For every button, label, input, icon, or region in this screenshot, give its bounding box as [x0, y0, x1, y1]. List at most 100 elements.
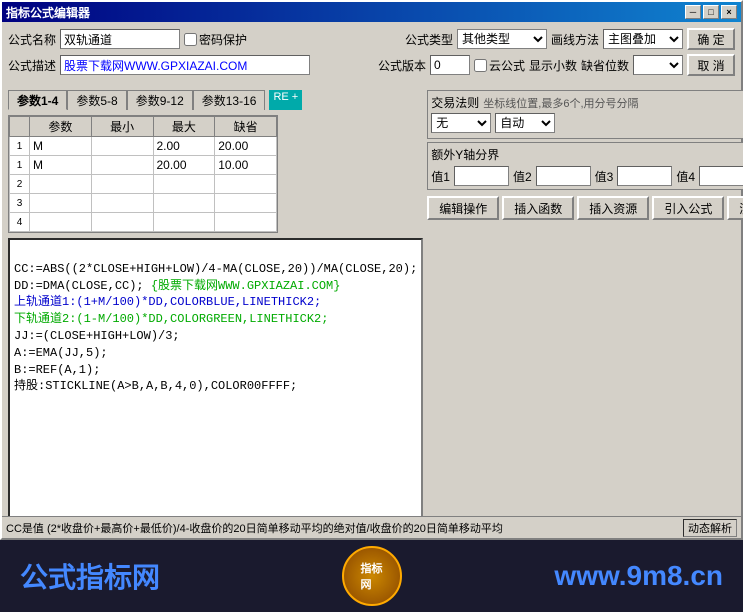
- main-content: 参数1-4 参数5-8 参数9-12 参数13-16 RE + 参数: [2, 86, 741, 535]
- table-row: 4: [10, 213, 277, 232]
- table-row: 2: [10, 175, 277, 194]
- p1b-min[interactable]: [93, 157, 152, 173]
- table-row: 3: [10, 194, 277, 213]
- axis-section: 额外Y轴分界 值1 值2 值3 值4: [427, 142, 743, 190]
- p1-max[interactable]: [155, 138, 214, 154]
- draw-method-select[interactable]: 主图叠加: [603, 29, 683, 49]
- title-bar-buttons: ─ □ ×: [685, 5, 737, 19]
- p2-min[interactable]: [93, 176, 152, 192]
- minimize-button[interactable]: ─: [685, 5, 701, 19]
- formula-name-input[interactable]: [60, 29, 180, 49]
- axis-val1-input[interactable]: [454, 166, 509, 186]
- trade-select[interactable]: 无: [431, 113, 491, 133]
- axis-val2-input[interactable]: [536, 166, 591, 186]
- trade-label: 交易法则: [431, 94, 479, 111]
- p4-default[interactable]: [216, 214, 275, 230]
- val4-label: 值4: [676, 168, 695, 185]
- password-checkbox[interactable]: [184, 33, 197, 46]
- password-label: 密码保护: [199, 31, 247, 48]
- title-bar: 指标公式编辑器 ─ □ ×: [2, 2, 741, 22]
- test-formula-button[interactable]: 测试公式: [727, 196, 743, 220]
- p3-default[interactable]: [216, 195, 275, 211]
- p1b-name[interactable]: [31, 157, 90, 173]
- p4-name[interactable]: [31, 214, 90, 230]
- password-checkbox-label[interactable]: 密码保护: [184, 31, 247, 48]
- formula-desc-input[interactable]: [60, 55, 310, 75]
- right-top: 交易法则 坐标线位置,最多6个,用分号分隔 无 自动: [427, 90, 743, 190]
- watermark-circle: 指标网: [342, 546, 402, 606]
- p4-max[interactable]: [155, 214, 214, 230]
- p1-default[interactable]: [216, 138, 275, 154]
- watermark-center: 指标网: [342, 546, 402, 606]
- confirm-button[interactable]: 确 定: [687, 28, 735, 50]
- p1-min[interactable]: [93, 138, 152, 154]
- trade-section: 交易法则 坐标线位置,最多6个,用分号分隔 无 自动: [427, 90, 743, 139]
- axis-label-row: 额外Y轴分界: [431, 146, 743, 163]
- p3-name[interactable]: [31, 195, 90, 211]
- params-tabs: 参数1-4 参数5-8 参数9-12 参数13-16 RE +: [8, 90, 423, 110]
- version-label: 公式版本: [378, 57, 426, 74]
- main-window: 指标公式编辑器 ─ □ × 公式名称 密码保护 公式类型 其他类型 画线方法 主…: [0, 0, 743, 540]
- watermark-bar: 公式指标网 指标网 www.9m8.cn: [0, 540, 743, 612]
- table-row: 1: [10, 137, 277, 156]
- re-plus-badge: RE +: [269, 90, 302, 110]
- p1b-default[interactable]: [216, 157, 275, 173]
- watermark-circle-text: 指标网: [361, 560, 383, 592]
- p2-default[interactable]: [216, 176, 275, 192]
- p3-min[interactable]: [93, 195, 152, 211]
- p1b-max[interactable]: [155, 157, 214, 173]
- window-title: 指标公式编辑器: [6, 4, 90, 21]
- val3-label: 值3: [595, 168, 614, 185]
- form-row-2: 公式描述 公式版本 云公式 显示小数 缺省位数 取 消: [8, 54, 735, 76]
- tab-params-1-4[interactable]: 参数1-4: [8, 90, 67, 110]
- tab-params-5-8[interactable]: 参数5-8: [67, 90, 126, 110]
- axis-val4-input[interactable]: [699, 166, 743, 186]
- decimal-select[interactable]: [633, 55, 683, 75]
- name-label: 公式名称: [8, 31, 56, 48]
- tab-params-13-16[interactable]: 参数13-16: [193, 90, 266, 110]
- status-right: 动态解析: [683, 519, 737, 537]
- tab-params-9-12[interactable]: 参数9-12: [127, 90, 193, 110]
- val2-label: 值2: [513, 168, 532, 185]
- table-row: 1: [10, 156, 277, 175]
- p1-name[interactable]: [31, 138, 90, 154]
- left-section: 参数1-4 参数5-8 参数9-12 参数13-16 RE + 参数: [8, 90, 423, 535]
- params-table: 参数 最小 最大 缺省 1 1: [8, 115, 278, 233]
- display-label: 显示小数: [529, 57, 577, 74]
- p4-min[interactable]: [93, 214, 152, 230]
- code-editor[interactable]: CC:=ABS((2*CLOSE+HIGH+LOW)/4-MA(CLOSE,20…: [8, 238, 423, 518]
- edit-ops-button[interactable]: 编辑操作: [427, 196, 499, 220]
- auto-select[interactable]: 自动: [495, 113, 555, 133]
- trade-desc: 坐标线位置,最多6个,用分号分隔: [483, 95, 638, 111]
- import-formula-button[interactable]: 引入公式: [652, 196, 724, 220]
- axis-label: 额外Y轴分界: [431, 146, 499, 163]
- insert-func-button[interactable]: 插入函数: [502, 196, 574, 220]
- formula-type-select[interactable]: 其他类型: [457, 29, 547, 49]
- status-bar: CC是值 (2*收盘价+最高价+最低价)/4-收盘价的20日简单移动平均的绝对值…: [2, 516, 741, 538]
- insert-res-button[interactable]: 插入资源: [577, 196, 649, 220]
- cloud-checkbox[interactable]: [474, 59, 487, 72]
- maximize-button[interactable]: □: [703, 5, 719, 19]
- type-label: 公式类型: [405, 31, 453, 48]
- status-text: CC是值 (2*收盘价+最高价+最低价)/4-收盘价的20日简单移动平均的绝对值…: [6, 520, 683, 536]
- right-panel: 交易法则 坐标线位置,最多6个,用分号分隔 无 自动: [427, 90, 743, 535]
- cloud-checkbox-label[interactable]: 云公式: [474, 57, 525, 74]
- p2-max[interactable]: [155, 176, 214, 192]
- cloud-label: 云公式: [489, 57, 525, 74]
- version-input[interactable]: [430, 55, 470, 75]
- p2-name[interactable]: [31, 176, 90, 192]
- watermark-left-text: 公式指标网: [20, 556, 160, 596]
- bottom-toolbar: 编辑操作 插入函数 插入资源 引入公式 测试公式: [427, 196, 743, 220]
- axis-val3-input[interactable]: [617, 166, 672, 186]
- close-window-button[interactable]: ×: [721, 5, 737, 19]
- draw-label: 画线方法: [551, 31, 599, 48]
- trade-axis-section: 交易法则 坐标线位置,最多6个,用分号分隔 无 自动: [427, 90, 743, 190]
- val1-label: 值1: [431, 168, 450, 185]
- trade-row-1: 交易法则 坐标线位置,最多6个,用分号分隔: [431, 94, 743, 111]
- cancel-button[interactable]: 取 消: [687, 54, 735, 76]
- p3-max[interactable]: [155, 195, 214, 211]
- form-row-1: 公式名称 密码保护 公式类型 其他类型 画线方法 主图叠加 确 定: [8, 28, 735, 50]
- axis-inputs-row: 值1 值2 值3 值4: [431, 166, 743, 186]
- desc-label: 公式描述: [8, 57, 56, 74]
- watermark-right-text: www.9m8.cn: [554, 560, 723, 592]
